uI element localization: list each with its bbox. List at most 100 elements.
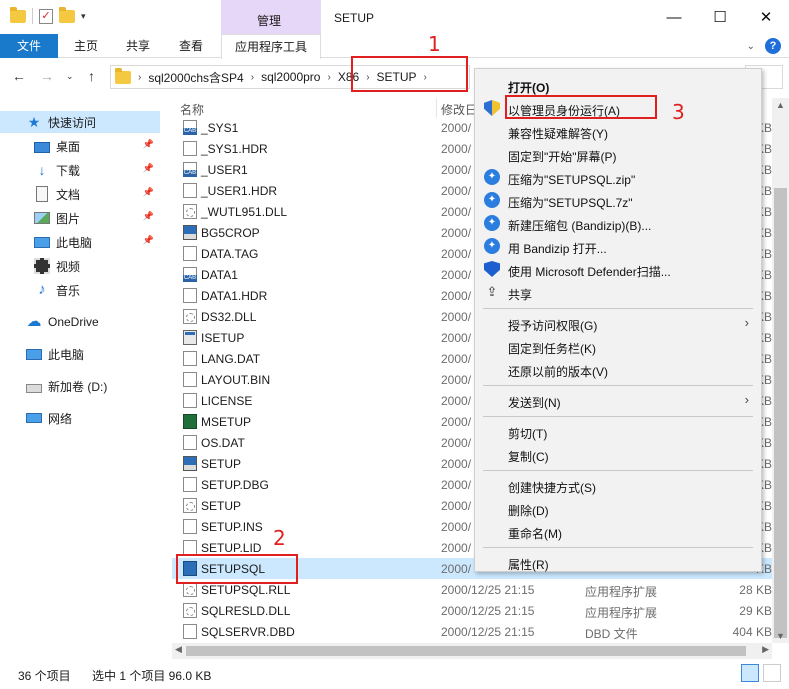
properties-icon[interactable]: ✓ (39, 8, 53, 24)
menu-item[interactable]: ✦ 压缩为"SETUPSQL.7z" (475, 189, 761, 212)
scrollbar-thumb[interactable] (774, 188, 787, 638)
manage-tab-label: 管理 (257, 14, 282, 28)
tab-home[interactable]: 主页 (62, 34, 110, 58)
column-header-name[interactable]: 名称 (180, 101, 204, 118)
file-name: MSETUP (201, 415, 252, 429)
tab-application-tools[interactable]: 应用程序工具 (221, 34, 321, 59)
forward-icon[interactable]: → (40, 68, 54, 84)
menu-item[interactable]: 复制(C) (475, 443, 761, 466)
bandizip-icon: ✦ (484, 215, 500, 231)
new-folder-icon[interactable] (59, 6, 75, 23)
file-name: LICENSE (201, 394, 253, 408)
ms-file-icon (183, 414, 197, 429)
horizontal-scrollbar[interactable]: ◀ ▶ (172, 643, 772, 659)
file-date: 2000/ (441, 436, 472, 450)
share-icon: ⇪ (486, 284, 498, 299)
help-icon[interactable]: ? (765, 38, 781, 54)
large-icons-view-button[interactable] (763, 664, 781, 682)
file-name: DATA.TAG (201, 247, 259, 261)
sidebar-item[interactable]: 此电脑 (0, 343, 160, 365)
minimize-button[interactable]: — (651, 0, 697, 34)
menu-item[interactable]: ✦ 压缩为"SETUPSQL.zip" (475, 166, 761, 189)
sidebar-item[interactable]: 视频 (0, 255, 160, 277)
scroll-left-icon[interactable]: ◀ (175, 644, 182, 655)
sidebar-item-label: OneDrive (48, 315, 99, 329)
sidebar-item[interactable]: 新加卷 (D:) (0, 375, 160, 397)
tab-view[interactable]: 查看 (166, 34, 216, 58)
menu-item[interactable]: 使用 Microsoft Defender扫描... (475, 258, 761, 281)
file-date: 2000/ (441, 478, 472, 492)
scroll-down-icon[interactable]: ▼ (776, 631, 785, 641)
menu-item[interactable]: 属性(R) (475, 551, 761, 574)
close-button[interactable]: ✕ (743, 0, 789, 34)
recent-locations-icon[interactable]: ⌄ (66, 71, 74, 82)
dll-file-icon (183, 582, 197, 597)
details-view-button[interactable] (741, 664, 759, 682)
menu-item[interactable]: ⇪ 共享 (475, 281, 761, 304)
menu-item-label: 固定到任务栏(K) (508, 342, 596, 356)
sidebar-item[interactable]: 此电脑 📌 (0, 231, 160, 253)
menu-item[interactable]: 固定到任务栏(K) (475, 335, 761, 358)
chevron-right-icon: › (744, 392, 749, 407)
file-row[interactable]: SQLSERVR.DBD 2000/12/25 21:15 DBD 文件 404 KB (172, 621, 772, 642)
sidebar-item-label: 音乐 (56, 283, 81, 298)
sidebar-item[interactable]: ♪ 音乐 (0, 279, 160, 301)
file-name: DATA1.HDR (201, 289, 268, 303)
file-name: ISETUP (201, 331, 245, 345)
chevron-right-icon[interactable]: › (138, 72, 141, 83)
download-icon: ↓ (38, 162, 46, 178)
file-name: LAYOUT.BIN (201, 373, 271, 387)
menu-item[interactable]: 兼容性疑难解答(Y) (475, 120, 761, 143)
maximize-button[interactable]: ☐ (697, 0, 743, 34)
menu-item[interactable]: ✦ 用 Bandizip 打开... (475, 235, 761, 258)
column-header-date[interactable]: 修改日 (441, 101, 477, 118)
status-bar: 36 个项目 选中 1 个项目 96.0 KB (0, 660, 789, 689)
menu-item[interactable]: 剪切(T) (475, 420, 761, 443)
sidebar-item[interactable]: 桌面 📌 (0, 135, 160, 157)
scrollbar-thumb[interactable] (186, 646, 746, 656)
file-date: 2000/ (441, 562, 472, 576)
sidebar-item[interactable]: ↓ 下载 📌 (0, 159, 160, 181)
expand-ribbon-icon[interactable]: ⌄ (747, 41, 755, 52)
chevron-right-icon[interactable]: › (327, 72, 330, 83)
tab-file[interactable]: 文件 (0, 34, 58, 58)
sidebar-item[interactable]: 文档 📌 (0, 183, 160, 205)
tab-share[interactable]: 共享 (114, 34, 162, 58)
doc-file-icon (183, 351, 197, 366)
menu-item[interactable]: 还原以前的版本(V) (475, 358, 761, 381)
menu-item[interactable]: 发送到(N) › (475, 389, 761, 412)
chevron-right-icon[interactable]: › (251, 72, 254, 83)
scroll-right-icon[interactable]: ▶ (762, 644, 769, 655)
menu-item[interactable]: 创建快捷方式(S) (475, 474, 761, 497)
file-date: 2000/12/25 21:15 (441, 625, 535, 639)
sidebar-item[interactable]: 网络 (0, 407, 160, 429)
breadcrumb-sql2000chs[interactable]: sql2000chs含SP4 (148, 69, 243, 86)
sidebar-item[interactable]: 图片 📌 (0, 207, 160, 229)
vertical-scrollbar[interactable]: ▲ ▼ (772, 98, 789, 643)
sidebar-item[interactable]: ★ 快速访问 (0, 111, 160, 133)
doc-file-icon (183, 540, 197, 555)
sidebar-item[interactable]: ☁ OneDrive (0, 311, 160, 333)
navigation-pane: ★ 快速访问 桌面 📌 ↓ 下载 📌 文档 📌 图片 📌 此电脑 📌 视频 ♪ 音乐 ☁ OneDrive 此电脑新… (0, 100, 162, 660)
menu-item[interactable]: 重命名(M) (475, 520, 761, 543)
menu-item[interactable]: 固定到"开始"屏幕(P) (475, 143, 761, 166)
back-icon[interactable]: ← (12, 68, 26, 84)
quick-access-toolbar: ✓ ▾ (10, 6, 86, 24)
customize-toolbar-icon[interactable]: ▾ (81, 11, 86, 22)
divider[interactable] (436, 98, 437, 118)
menu-item-label: 属性(R) (508, 558, 549, 572)
menu-item[interactable]: 删除(D) (475, 497, 761, 520)
menu-item[interactable]: ✦ 新建压缩包 (Bandizip)(B)... (475, 212, 761, 235)
menu-item-label: 授予访问权限(G) (508, 319, 598, 333)
ribbon-tabs: 文件 主页 共享 查看 应用程序工具 ⌄ ? (0, 34, 789, 59)
file-date: 2000/ (441, 415, 472, 429)
breadcrumb-sql2000pro[interactable]: sql2000pro (261, 70, 320, 84)
file-row[interactable]: SQLRESLD.DLL 2000/12/25 21:15 应用程序扩展 29 KB (172, 600, 772, 621)
menu-item[interactable]: 授予访问权限(G) › (475, 312, 761, 335)
menu-item-label: 剪切(T) (508, 427, 548, 441)
menu-item[interactable]: 打开(O) (475, 74, 761, 97)
menu-item-label: 发送到(N) (508, 396, 561, 410)
scroll-up-icon[interactable]: ▲ (776, 100, 785, 110)
manage-tab[interactable]: 管理 (221, 0, 321, 34)
up-icon[interactable]: ↑ (88, 68, 95, 84)
